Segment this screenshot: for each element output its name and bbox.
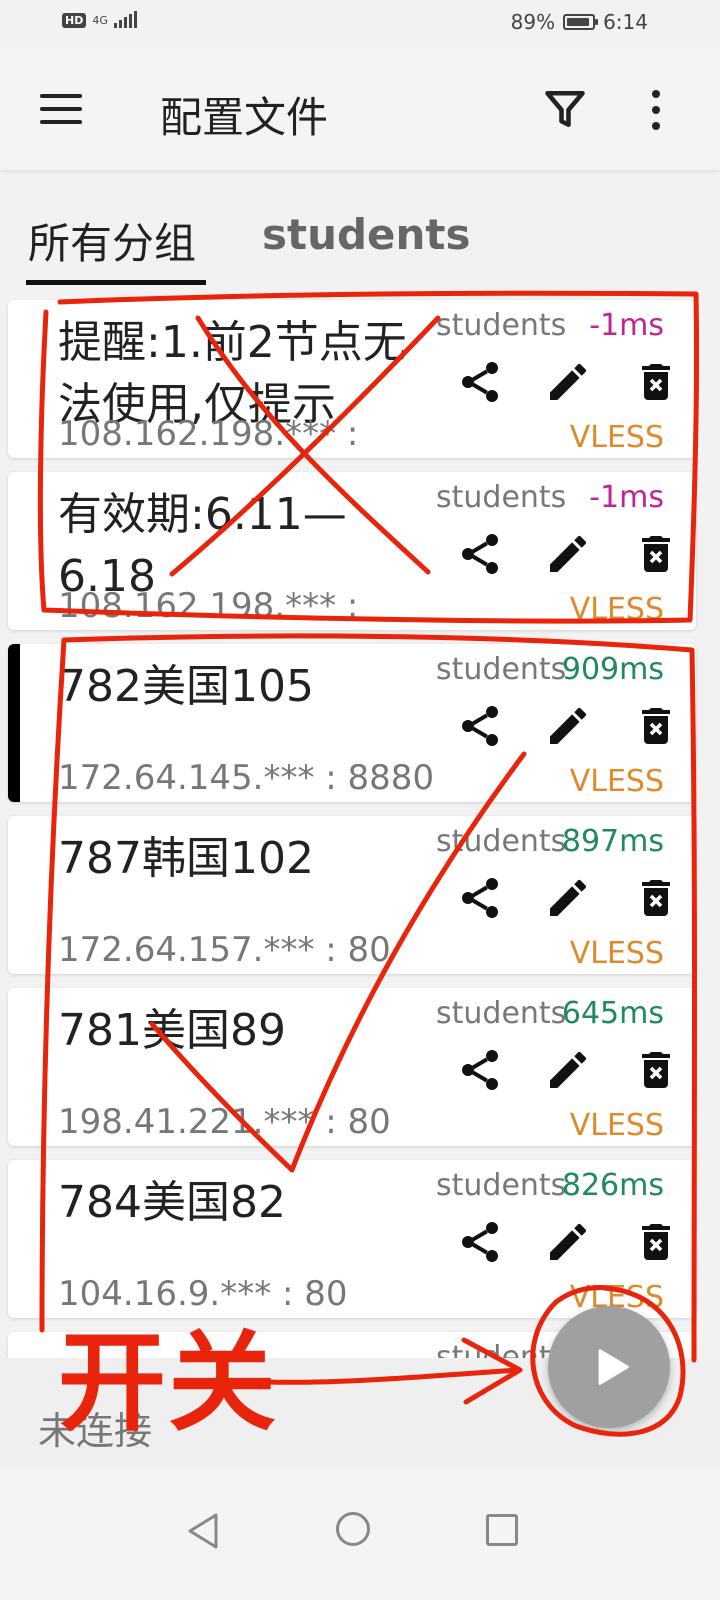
server-card[interactable]: 784美国82 104.16.9.*** : 80 students 826ms VLE… xyxy=(8,1160,696,1318)
edit-icon[interactable] xyxy=(544,874,592,922)
server-group: students xyxy=(436,996,567,1031)
server-type: VLESS xyxy=(569,592,664,627)
server-latency: -1ms xyxy=(589,308,664,343)
server-group: students xyxy=(436,1168,567,1203)
server-address: 198.41.221.*** : 80 xyxy=(58,1102,391,1142)
server-address: 172.64.145.*** : 8880 xyxy=(58,758,435,798)
share-icon[interactable] xyxy=(456,874,504,922)
delete-icon[interactable] xyxy=(632,702,680,750)
share-icon[interactable] xyxy=(456,1218,504,1266)
share-icon[interactable] xyxy=(456,702,504,750)
server-latency: -1ms xyxy=(589,480,664,515)
server-latency: 826ms xyxy=(561,1168,664,1203)
play-icon xyxy=(598,1349,629,1385)
delete-icon[interactable] xyxy=(632,1218,680,1266)
app-bar: 配置文件 xyxy=(0,50,720,170)
server-group: students xyxy=(436,480,567,515)
annotation-label: 开关 xyxy=(58,1321,279,1446)
server-name: 787韩国102 xyxy=(58,833,314,884)
page-title: 配置文件 xyxy=(160,93,329,142)
server-type: VLESS xyxy=(569,1108,664,1143)
share-icon[interactable] xyxy=(456,1046,504,1094)
server-card[interactable]: 782美国105 172.64.145.*** : 8880 students 909… xyxy=(8,644,696,802)
edit-icon[interactable] xyxy=(544,358,592,406)
server-card[interactable]: 提醒:1.前2节点无法使用,仅提示 108.162.198.*** : studen… xyxy=(8,300,696,458)
status-left: HD 4G xyxy=(62,11,137,28)
share-icon[interactable] xyxy=(456,358,504,406)
tab-students[interactable]: students xyxy=(262,210,471,259)
server-name: 784美国82 xyxy=(58,1177,286,1228)
server-group: students xyxy=(436,1340,567,1358)
server-type: VLESS xyxy=(569,420,664,455)
more-vert-icon[interactable] xyxy=(648,90,664,130)
server-address: 172.64.157.*** : 80 xyxy=(58,930,391,970)
nav-home-icon[interactable] xyxy=(336,1512,370,1546)
nav-recent-icon[interactable] xyxy=(486,1514,518,1546)
server-latency: 897ms xyxy=(561,824,664,859)
server-address: 108.162.198.*** : xyxy=(58,414,359,454)
delete-icon[interactable] xyxy=(632,530,680,578)
server-type: VLESS xyxy=(569,936,664,971)
delete-icon[interactable] xyxy=(632,874,680,922)
server-latency: 645ms xyxy=(561,996,664,1031)
tab-indicator xyxy=(26,280,206,285)
group-tabs: 所有分组 students xyxy=(0,180,720,290)
server-address: 108.162.198.*** : xyxy=(58,586,359,626)
server-name: 782美国105 xyxy=(58,661,314,712)
server-group: students xyxy=(436,308,567,343)
connect-toggle-button[interactable] xyxy=(548,1306,670,1428)
server-card[interactable]: 781美国89 198.41.221.*** : 80 students 645ms V… xyxy=(8,988,696,1146)
delete-icon[interactable] xyxy=(632,358,680,406)
server-card[interactable]: 787韩国102 172.64.157.*** : 80 students 897ms… xyxy=(8,816,696,974)
hd-badge: HD xyxy=(62,12,87,28)
share-icon[interactable] xyxy=(456,530,504,578)
delete-icon[interactable] xyxy=(632,1046,680,1094)
server-type: VLESS xyxy=(569,764,664,799)
network-type: 4G xyxy=(92,13,108,27)
server-group: students xyxy=(436,824,567,859)
clock: 6:14 xyxy=(603,10,648,34)
server-card[interactable]: 有效期:6.11—6.18 108.162.198.*** : students -1… xyxy=(8,472,696,630)
tab-all-groups[interactable]: 所有分组 xyxy=(28,210,196,271)
battery-icon xyxy=(563,14,599,30)
edit-icon[interactable] xyxy=(544,530,592,578)
status-right: 89% 6:14 xyxy=(511,10,648,34)
server-list[interactable]: 提醒:1.前2节点无法使用,仅提示 108.162.198.*** : studen… xyxy=(0,296,720,1358)
signal-icon xyxy=(113,11,137,28)
edit-icon[interactable] xyxy=(544,702,592,750)
server-latency: 909ms xyxy=(561,652,664,687)
nav-back-icon[interactable] xyxy=(186,1512,220,1550)
battery-percent: 89% xyxy=(510,10,556,34)
server-group: students xyxy=(436,652,567,687)
edit-icon[interactable] xyxy=(544,1046,592,1094)
system-nav-bar xyxy=(0,1468,720,1600)
server-name: 781美国89 xyxy=(58,1005,286,1056)
filter-icon[interactable] xyxy=(544,88,586,130)
server-address: 104.16.9.*** : 80 xyxy=(58,1274,348,1314)
status-bar: HD 4G 89% 6:14 xyxy=(0,0,720,50)
menu-icon[interactable] xyxy=(40,94,84,124)
edit-icon[interactable] xyxy=(544,1218,592,1266)
